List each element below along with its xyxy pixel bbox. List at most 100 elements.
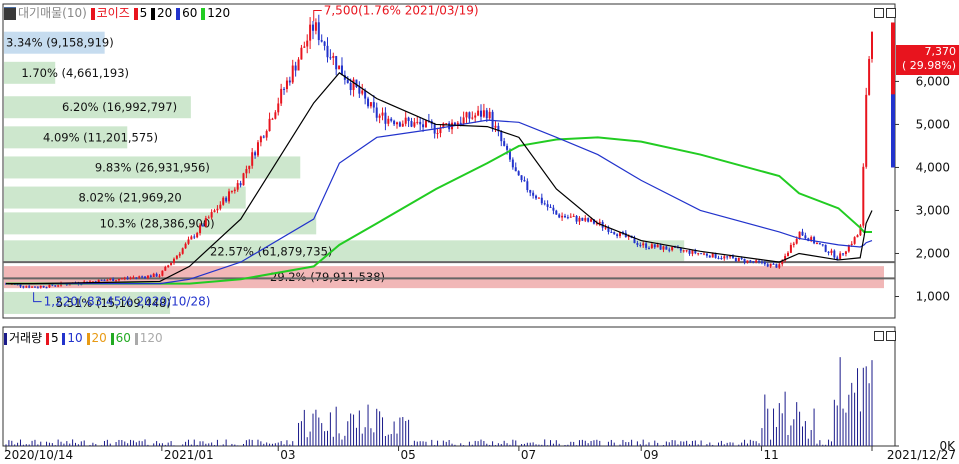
volume-legend: 거래량 5 10 20 60 120 (4, 330, 163, 346)
candle-body (543, 203, 546, 205)
candle-body (789, 245, 792, 253)
candle-body (123, 277, 126, 279)
candle-body (610, 231, 613, 233)
candle-body (703, 253, 706, 255)
candle-body (578, 217, 581, 222)
maximize-button[interactable] (886, 8, 896, 18)
volume-profile-label: 6.20% (16,992,797) (62, 100, 177, 114)
x-axis-label: 2021/12/27 (887, 448, 956, 462)
legend-swatch (201, 7, 206, 20)
candle-body (361, 90, 364, 94)
candle-body (792, 243, 795, 246)
candle-body (199, 225, 202, 233)
candle-body (103, 280, 106, 282)
candle-body (300, 47, 303, 60)
volume-profile-bar (4, 266, 884, 289)
candle-body (642, 243, 645, 246)
candle-body (390, 118, 393, 121)
legend-swatch (45, 332, 49, 345)
price-axis-label: 3,000 (916, 203, 950, 217)
stock-chart: 3.34% (9,158,919) 1.70% (4,661,193) 6.20% … (2, 3, 956, 462)
candle-body (494, 125, 497, 128)
candle-body (45, 287, 48, 289)
legend-swatch (4, 332, 7, 345)
candle-body (291, 65, 294, 83)
candle-body (488, 111, 491, 119)
candle-body (259, 136, 262, 143)
volume-profile-label: 10.3% (28,386,900) (100, 216, 215, 230)
candle-body (352, 79, 355, 91)
legend-label: 120 (207, 6, 231, 20)
candle-body (155, 273, 158, 277)
candle-body (723, 256, 726, 259)
candle-body (758, 260, 761, 262)
candle-body (844, 251, 847, 255)
candle-body (563, 215, 566, 218)
candle-body (787, 252, 790, 256)
candle-body (236, 183, 239, 190)
candle-body (265, 131, 268, 138)
candle-body (587, 218, 590, 222)
candle-body (178, 253, 181, 256)
candle-body (303, 46, 306, 48)
candle-body (297, 59, 300, 71)
candle-body (801, 231, 804, 236)
candle-body (772, 263, 775, 265)
candle-body (158, 275, 161, 277)
candle-body (566, 217, 569, 219)
candle-body (555, 210, 558, 215)
candle-body (717, 257, 720, 259)
candle-body (181, 248, 184, 254)
legend-swatch (4, 7, 16, 20)
candle-body (167, 265, 170, 267)
candle-body (349, 82, 352, 91)
candle-body (54, 285, 57, 287)
candle-body (332, 56, 335, 58)
legend-swatch (151, 7, 156, 20)
candle-body (613, 232, 616, 235)
candle-body (422, 124, 425, 128)
candle-body (378, 115, 381, 118)
legend-swatch (62, 332, 66, 345)
candle-body (36, 287, 39, 289)
x-axis-label: 05 (401, 448, 416, 462)
candle-body (146, 275, 149, 279)
candle-body (558, 214, 561, 218)
candle-body (569, 216, 572, 218)
candle-body (636, 243, 639, 245)
candle-body (517, 171, 520, 176)
candle-body (459, 122, 462, 125)
candle-body (33, 286, 36, 288)
candle-body (436, 133, 439, 135)
candle-body (369, 102, 372, 107)
candle-body (584, 218, 587, 221)
candle-body (225, 197, 228, 202)
price-axis-label: 1,000 (916, 289, 950, 303)
candle-body (862, 166, 865, 226)
candle-body (514, 167, 517, 172)
minimize-button[interactable] (874, 8, 884, 18)
price-legend: 대기매물(10) 코이즈 5 20 60 120 (4, 5, 230, 21)
candle-body (552, 207, 555, 211)
volume-maximize-button[interactable] (886, 331, 896, 341)
legend-swatch (133, 7, 138, 20)
candle-body (546, 204, 549, 207)
legend-label: 120 (139, 331, 163, 345)
volume-profile-label: 9.83% (26,931,956) (95, 160, 210, 174)
candle-body (445, 123, 448, 125)
candle-body (242, 173, 245, 186)
candle-body (398, 122, 401, 127)
candle-body (39, 286, 42, 288)
candle-body (535, 195, 538, 199)
candle-body (668, 249, 671, 251)
legend-swatch (90, 7, 95, 20)
candle-body (824, 244, 827, 252)
candle-body (729, 256, 732, 258)
candle-body (201, 225, 204, 227)
candle-body (262, 136, 265, 138)
candle-body (650, 244, 653, 248)
x-axis-label: 09 (643, 448, 658, 462)
volume-minimize-button[interactable] (874, 331, 884, 341)
candle-body (230, 191, 233, 193)
candle-body (839, 253, 842, 260)
